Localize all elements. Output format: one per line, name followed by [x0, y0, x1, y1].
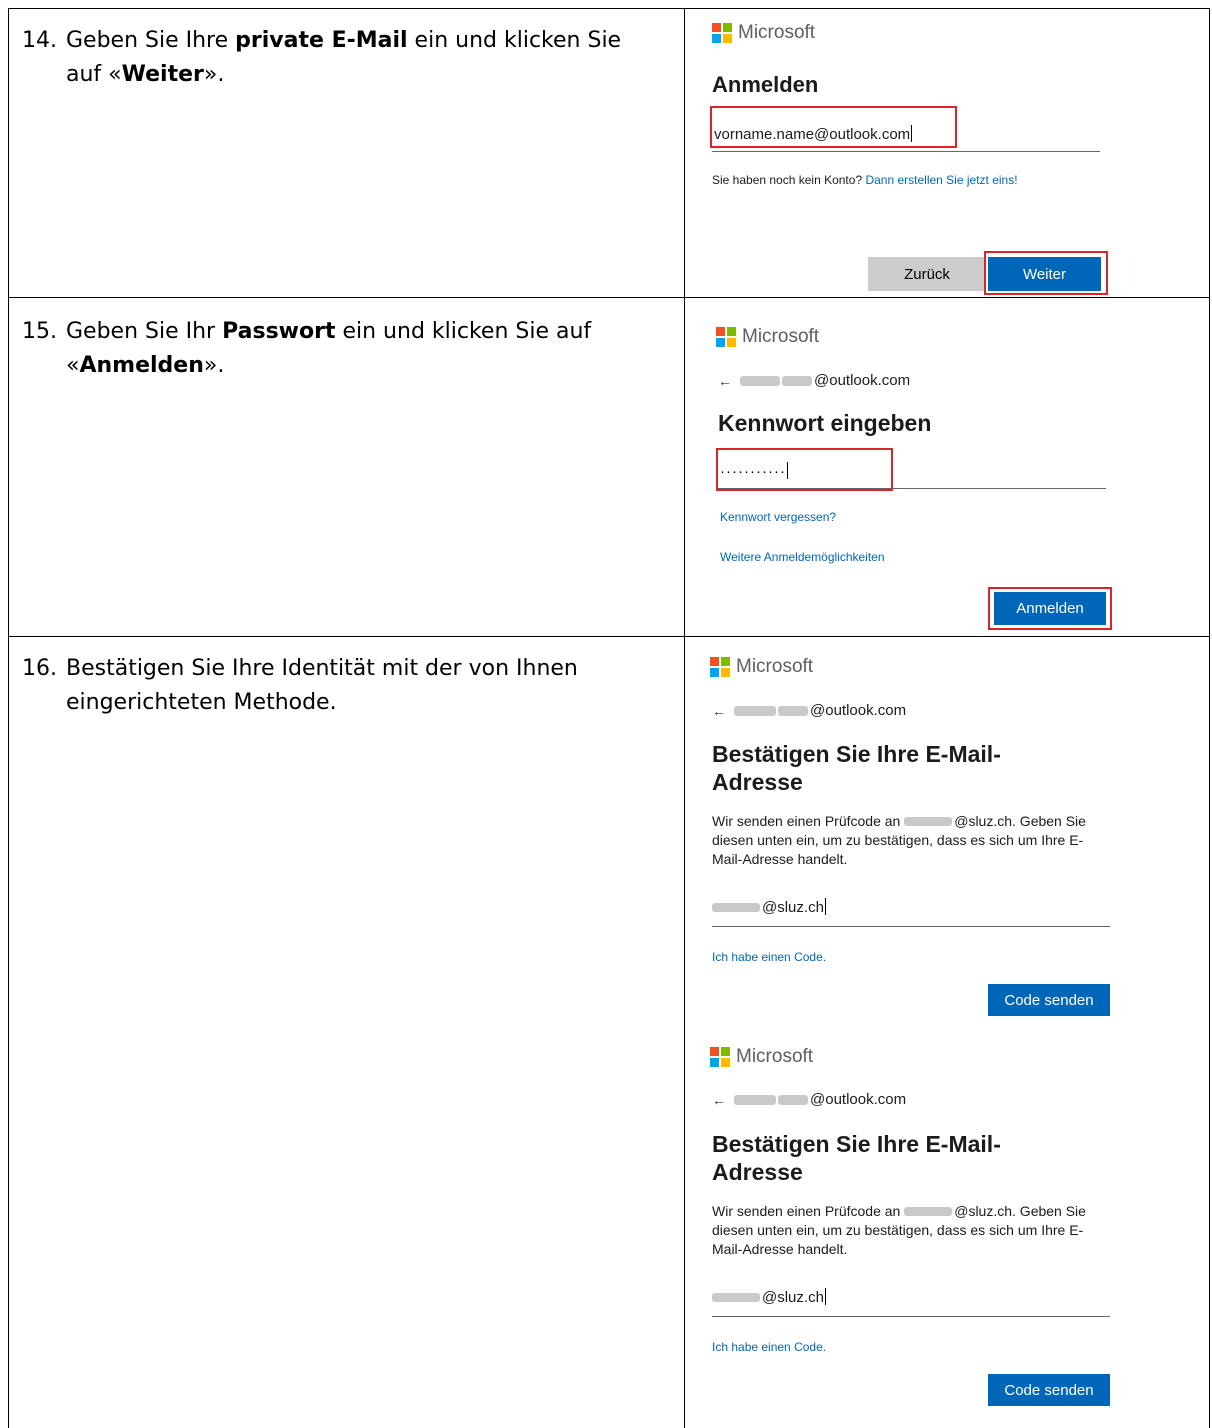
redacted-text	[778, 1094, 808, 1105]
table-border-left	[8, 8, 9, 1428]
redacted-text	[734, 1094, 776, 1105]
redacted-text	[782, 375, 812, 386]
microsoft-logo: Microsoft	[710, 656, 813, 678]
redacted-text	[712, 1293, 760, 1302]
brand-name: Microsoft	[736, 1046, 814, 1067]
redacted-text	[734, 705, 776, 716]
verify-screenshot-2: Microsoft ← @outlook.com Bestätigen Sie …	[702, 1046, 1122, 1412]
have-code-link[interactable]: Ich habe einen Code.	[712, 1340, 826, 1354]
account-back-link[interactable]: ← @outlook.com	[718, 372, 910, 389]
redacted-text	[778, 705, 808, 716]
table-border-right	[1209, 8, 1210, 1428]
email-field[interactable]: @sluz.ch	[712, 898, 826, 916]
back-arrow-icon: ←	[712, 702, 726, 719]
no-account-line: Sie haben noch kein Konto? Dann erstelle…	[712, 173, 1018, 187]
instruction-table: 14. Geben Sie Ihre private E-Mail ein un…	[8, 8, 1210, 1428]
redacted-text	[904, 1207, 953, 1216]
highlight-box	[988, 587, 1112, 630]
email-field-underline	[712, 151, 1100, 152]
more-options-link[interactable]: Weitere Anmeldemöglichkeiten	[720, 550, 885, 564]
email-field[interactable]: @sluz.ch	[712, 1288, 826, 1306]
send-code-button[interactable]: Code senden	[988, 984, 1110, 1016]
brand-name: Microsoft	[736, 656, 814, 677]
verify-description: Wir senden einen Prüfcode an @sluz.ch. G…	[712, 1203, 1086, 1257]
verify-description: Wir senden einen Prüfcode an @sluz.ch. G…	[712, 813, 1086, 867]
have-code-link[interactable]: Ich habe einen Code.	[712, 950, 826, 964]
step-text: Geben Sie Ihre private E-Mail ein und kl…	[66, 28, 622, 87]
table-border-top	[8, 8, 1210, 9]
verify-screenshot-1: Microsoft ← @outlook.com Bestätigen Sie …	[702, 656, 1122, 1016]
account-suffix: @outlook.com	[810, 702, 907, 719]
back-button[interactable]: Zurück	[868, 257, 986, 291]
microsoft-logo: Microsoft	[716, 326, 819, 348]
brand-name: Microsoft	[742, 326, 820, 347]
account-suffix: @outlook.com	[810, 1091, 907, 1108]
signin-screenshot: Microsoft Anmelden vorname.name@outlook.…	[708, 16, 1128, 295]
account-back-link[interactable]: ← @outlook.com	[712, 702, 906, 719]
step-number: 15.	[22, 319, 57, 344]
redacted-text	[904, 817, 953, 826]
password-title: Kennwort eingeben	[718, 410, 932, 436]
verify-title: Bestätigen Sie Ihre E-Mail- Adresse	[712, 1131, 1001, 1185]
row-divider	[8, 297, 1210, 298]
step-number: 16.	[22, 656, 57, 681]
microsoft-logo-icon	[712, 23, 732, 43]
verify-title: Bestätigen Sie Ihre E-Mail- Adresse	[712, 741, 1001, 795]
microsoft-logo: Microsoft	[712, 22, 815, 44]
microsoft-logo-icon	[716, 327, 736, 347]
step-text: Bestätigen Sie Ihre Identität mit der vo…	[66, 656, 578, 715]
highlight-box	[710, 106, 957, 148]
column-divider	[684, 8, 685, 1428]
account-suffix: @outlook.com	[814, 372, 911, 389]
forgot-password-link[interactable]: Kennwort vergessen?	[720, 510, 836, 524]
microsoft-logo-icon	[710, 1047, 730, 1067]
microsoft-logo: Microsoft	[710, 1046, 813, 1068]
email-field-underline	[712, 1316, 1110, 1317]
highlight-box	[984, 251, 1108, 295]
account-back-link[interactable]: ← @outlook.com	[712, 1091, 906, 1108]
password-screenshot: Microsoft ← @outlook.com Kennwort eingeb…	[710, 310, 1130, 630]
back-arrow-icon: ←	[718, 372, 732, 389]
create-account-link[interactable]: Dann erstellen Sie jetzt eins!	[865, 173, 1017, 187]
row-divider	[8, 636, 1210, 637]
back-arrow-icon: ←	[712, 1091, 726, 1108]
redacted-text	[740, 375, 780, 386]
send-code-button[interactable]: Code senden	[988, 1374, 1110, 1406]
step-number: 14.	[22, 28, 57, 53]
signin-title: Anmelden	[712, 72, 819, 97]
brand-name: Microsoft	[738, 22, 816, 43]
email-field-underline	[712, 926, 1110, 927]
microsoft-logo-icon	[710, 657, 730, 677]
redacted-text	[712, 903, 760, 912]
step-text: Geben Sie Ihr Passwort ein und klicken S…	[66, 319, 592, 378]
highlight-box	[716, 448, 893, 491]
